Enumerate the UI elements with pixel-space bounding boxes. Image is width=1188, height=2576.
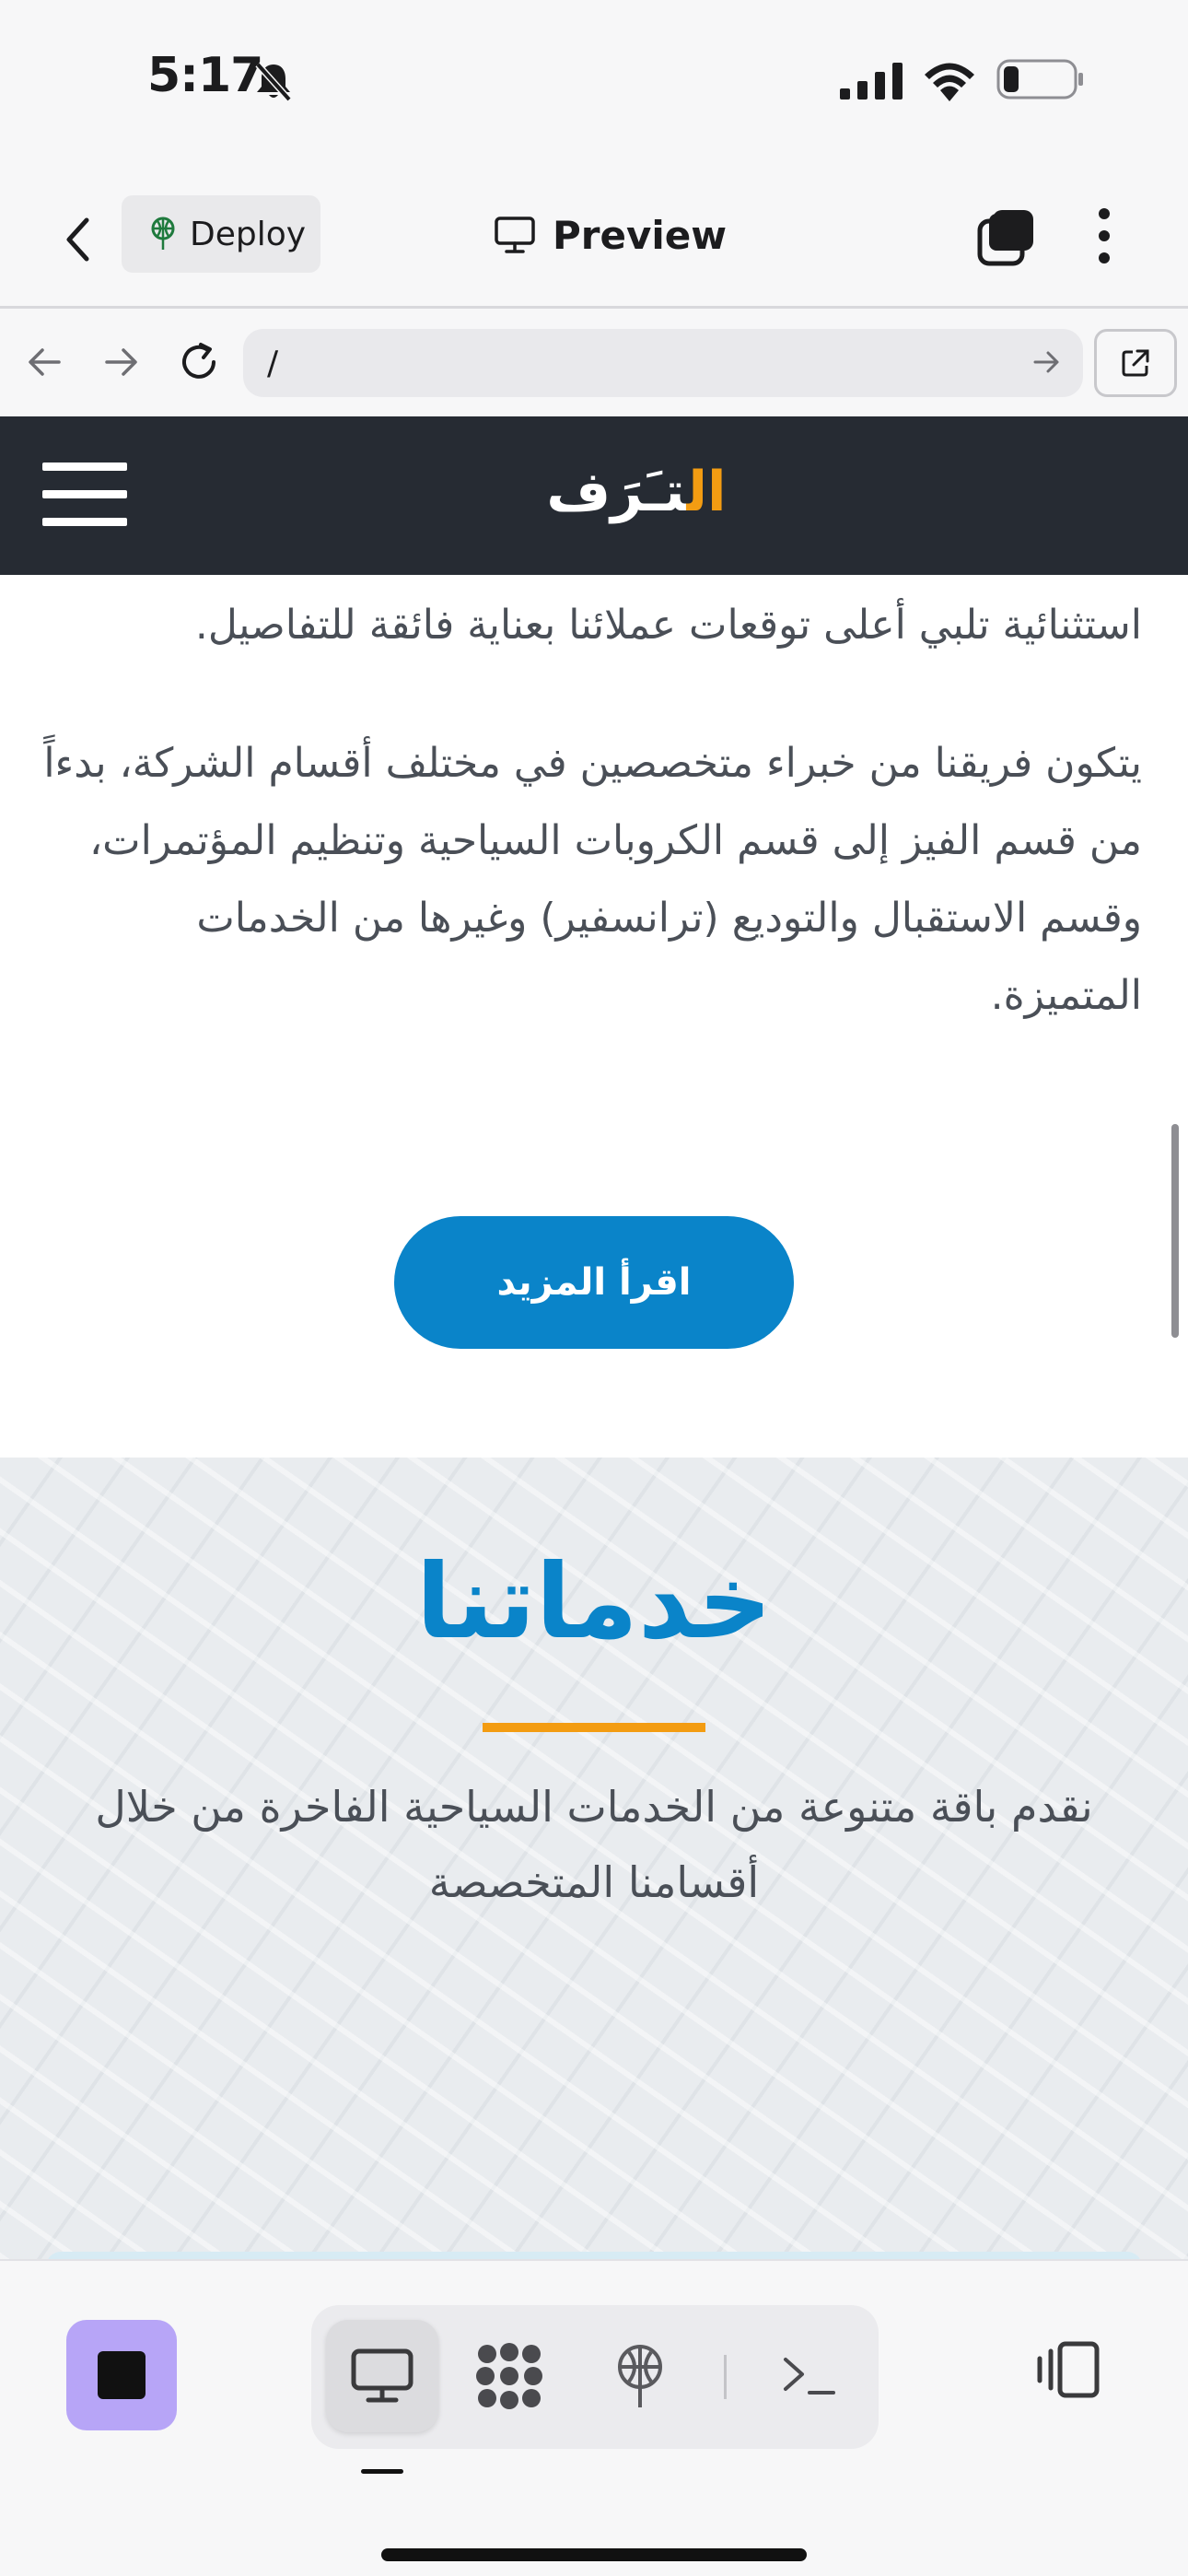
page-scrollbar[interactable] <box>1171 1124 1179 1338</box>
status-time: 5:17 <box>147 48 263 103</box>
apps-tab-button[interactable] <box>453 2320 565 2432</box>
back-button[interactable] <box>53 206 101 273</box>
preview-tab-button[interactable] <box>326 2320 438 2432</box>
monitor-icon <box>495 217 535 253</box>
about-paragraph: استثنائية تلبي أعلى توقعات عملائنا بعناي… <box>194 602 1142 649</box>
deploy-globe-icon <box>618 2345 662 2407</box>
url-input[interactable]: / <box>243 329 1083 397</box>
service-card[interactable] <box>46 2252 1142 2259</box>
read-more-button[interactable]: اقرأ المزيد <box>394 1216 794 1349</box>
preview-title: Preview <box>494 203 727 267</box>
open-external-icon <box>1122 349 1149 377</box>
go-arrow-icon[interactable] <box>1028 344 1065 381</box>
hamburger-menu-icon[interactable] <box>42 463 127 529</box>
services-description: نقدم باقة متنوعة من الخدمات السياحية الف… <box>95 1782 1093 1907</box>
status-bar: 5:17 <box>0 0 1188 157</box>
wifi-icon <box>925 63 974 101</box>
arrow-right-icon <box>105 348 137 376</box>
home-indicator[interactable] <box>381 2548 807 2561</box>
stop-icon <box>98 2351 146 2399</box>
reload-icon <box>182 343 215 379</box>
cellular-signal-icon <box>840 63 903 100</box>
active-tab-indicator <box>361 2469 403 2474</box>
services-title-underline <box>483 1723 705 1732</box>
logo-text-al: ال <box>686 460 727 524</box>
battery-icon <box>996 59 1083 100</box>
terminal-icon <box>784 2358 835 2395</box>
bell-muted-icon <box>255 62 292 101</box>
deploy-tab-button[interactable] <box>584 2320 696 2432</box>
reload-button[interactable] <box>171 334 227 390</box>
about-section-text: استثنائية تلبي أعلى توقعات عملائنا بعناي… <box>37 587 1142 1095</box>
monitor-icon <box>351 2348 413 2403</box>
deploy-label: Deploy <box>190 215 307 253</box>
device-toggle-icon <box>1037 2341 1100 2398</box>
deploy-globe-icon <box>151 217 175 250</box>
more-vertical-icon[interactable] <box>1090 203 1118 269</box>
about-paragraph: يتكون فريقنا من خبراء متخصصين في مختلف أ… <box>43 740 1142 1019</box>
toolbar-separator <box>724 2355 727 2399</box>
site-navbar: التـَرَف <box>0 416 1188 575</box>
deploy-button[interactable]: Deploy <box>122 195 320 273</box>
site-logo[interactable]: التـَرَف <box>540 455 733 529</box>
services-section: خدماتنا نقدم باقة متنوعة من الخدمات السي… <box>0 1458 1188 2259</box>
arrow-left-icon <box>29 348 61 376</box>
services-title: خدماتنا <box>415 1542 773 1662</box>
apps-grid-icon <box>476 2343 542 2409</box>
terminal-tab-button[interactable] <box>753 2320 866 2432</box>
chevron-left-icon <box>66 217 89 262</box>
browser-forward-button[interactable] <box>94 334 149 390</box>
device-toggle-button[interactable] <box>1026 2327 1109 2410</box>
open-external-button[interactable] <box>1094 329 1177 397</box>
logo-text-rest: تـَرَف <box>546 460 687 524</box>
app-header: Deploy Preview <box>0 175 1188 304</box>
bottom-toolbar <box>0 2259 1188 2576</box>
tabs-icon[interactable] <box>976 203 1037 269</box>
browser-back-button[interactable] <box>17 334 72 390</box>
url-text: / <box>267 344 279 382</box>
stop-button[interactable] <box>66 2320 177 2430</box>
browser-toolbar: / <box>0 306 1188 416</box>
website-viewport: التـَرَف استثنائية تلبي أعلى توقعات عملا… <box>0 416 1188 2259</box>
preview-label: Preview <box>553 212 728 258</box>
view-switcher <box>311 2305 879 2449</box>
